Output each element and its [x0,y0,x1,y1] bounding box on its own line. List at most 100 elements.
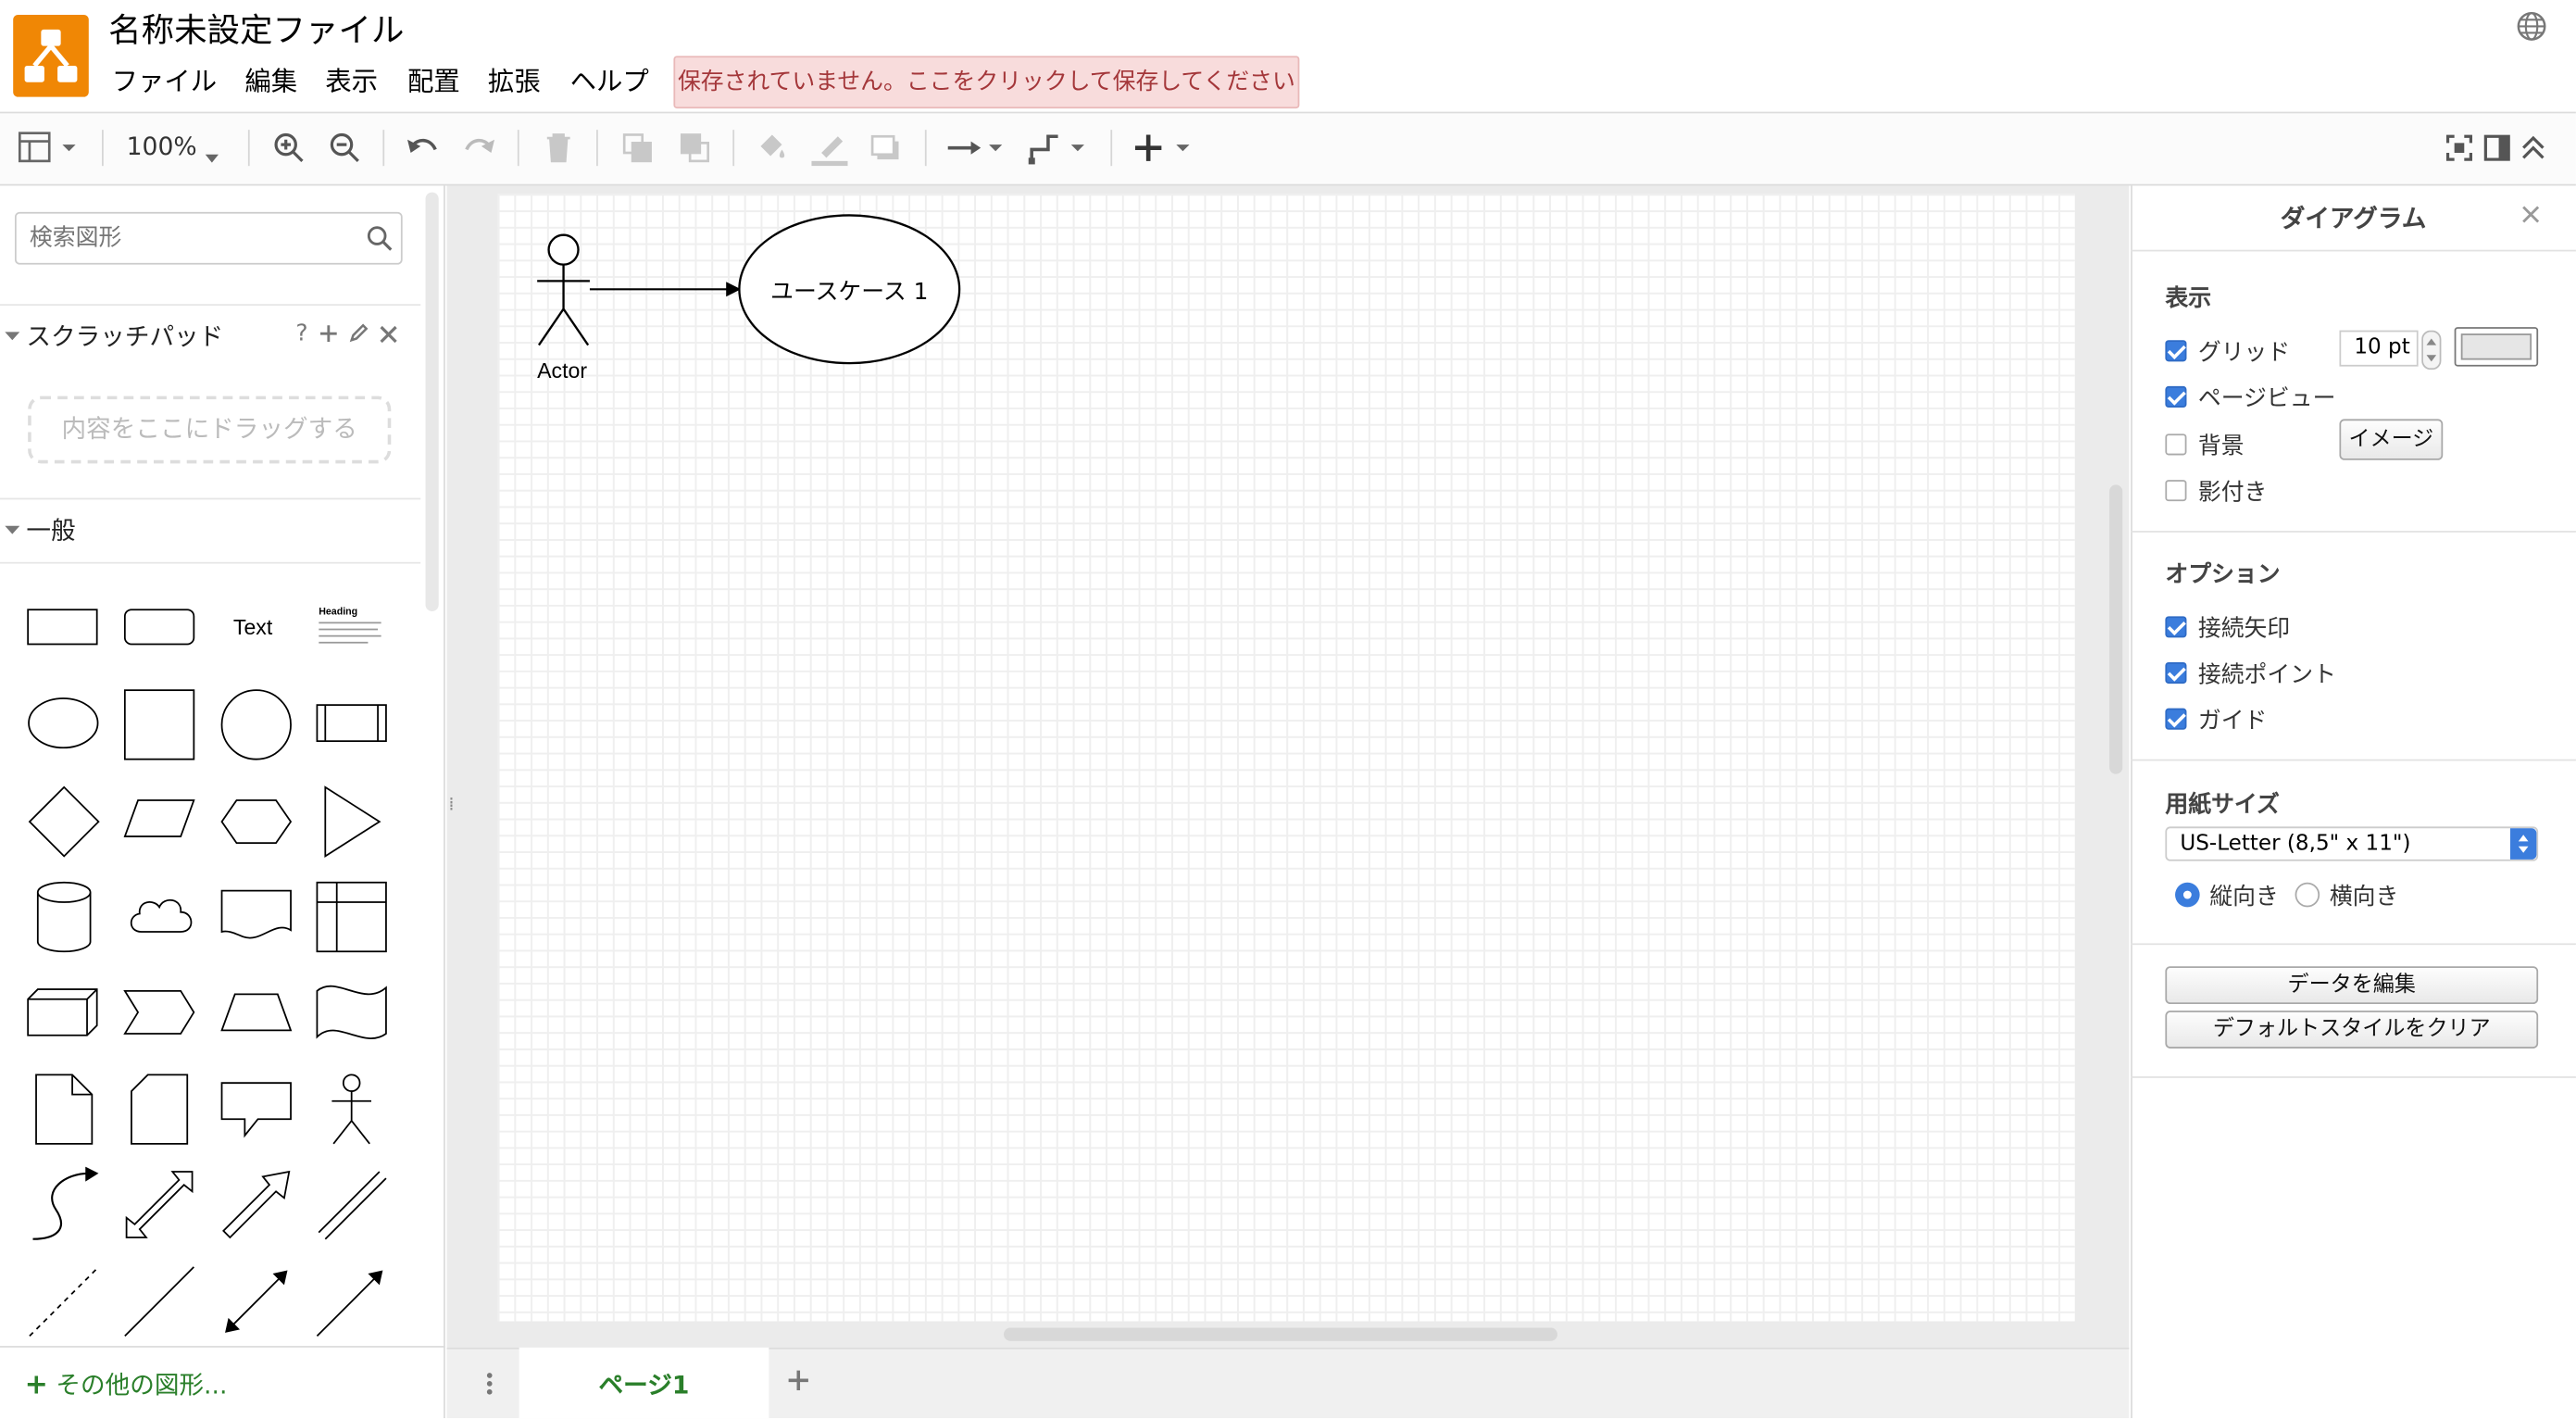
zoom-level[interactable]: 100% [127,132,197,161]
shape-parallelogram[interactable] [121,797,197,841]
toggle-format-panel-icon[interactable] [2482,130,2512,166]
usecase-label[interactable]: ユースケース 1 [738,274,961,307]
edit-pencil-icon[interactable] [348,322,369,344]
zoom-dropdown-chevron-icon[interactable] [204,142,220,178]
connection-points-checkbox[interactable] [2165,662,2187,684]
sidebar-resize-handle-icon[interactable]: ⁞ [448,794,454,815]
menu-arrange[interactable]: 配置 [407,66,460,98]
shadow-checkbox[interactable] [2165,480,2187,502]
more-shapes-link[interactable]: + その他の図形... [25,1367,228,1401]
help-icon[interactable]: ? [295,320,307,346]
association-arrow[interactable] [588,276,743,302]
shape-note[interactable] [32,1072,94,1148]
fill-color-icon[interactable] [754,130,790,166]
undo-icon[interactable] [404,130,440,166]
add-page-icon[interactable] [787,1369,810,1392]
shape-bidirectional-arrow[interactable] [121,1167,197,1243]
connection-arrows-label[interactable]: 接続矢印 [2198,611,2290,644]
shape-process[interactable] [316,702,390,747]
connection-points-label[interactable]: 接続ポイント [2198,658,2336,690]
general-section-title[interactable]: 一般 [26,513,75,547]
actor-label[interactable]: Actor [537,358,587,383]
paper-size-select-arrow[interactable] [2509,828,2537,860]
shape-bidirectional-connector[interactable] [219,1263,294,1339]
shape-search-input[interactable] [14,211,403,265]
landscape-label[interactable]: 横向き [2330,879,2399,911]
shape-cylinder[interactable] [32,879,94,955]
collapse-chevron-icon[interactable] [2519,130,2548,166]
grid-label[interactable]: グリッド [2198,335,2290,368]
collapse-triangle-icon[interactable] [5,329,20,344]
shape-callout[interactable] [219,1080,294,1139]
shape-curved-arrow[interactable] [26,1166,102,1243]
waypoints-icon[interactable] [1028,130,1091,166]
shape-textbox[interactable]: Heading [319,608,384,650]
zoom-out-icon[interactable] [329,130,361,166]
grid-size-input[interactable]: 10 pt [2339,330,2419,367]
grid-checkbox[interactable] [2165,340,2187,362]
fullscreen-icon[interactable] [2445,130,2474,166]
shape-line[interactable] [121,1263,197,1339]
menu-extras[interactable]: 拡張 [488,66,541,98]
guides-label[interactable]: ガイド [2198,703,2268,735]
delete-icon[interactable] [542,130,574,166]
background-image-button[interactable]: イメージ [2339,419,2444,460]
line-color-icon[interactable] [810,130,850,167]
menu-file[interactable]: ファイル [112,66,218,98]
shape-square[interactable] [121,687,197,763]
zoom-in-icon[interactable] [273,130,306,166]
shadow-icon[interactable] [869,130,906,166]
shape-directional-connector[interactable] [314,1263,390,1339]
unsaved-notice[interactable]: 保存されていません。ここをクリックして保存してください [673,56,1300,109]
document-title[interactable]: 名称未設定ファイル [108,8,404,51]
connection-arrows-checkbox[interactable] [2165,616,2187,638]
sidebar-scrollbar[interactable] [425,192,439,612]
shape-tape[interactable] [314,981,390,1043]
menu-help[interactable]: ヘルプ [570,66,649,98]
portrait-radio[interactable] [2175,882,2200,908]
shape-link[interactable] [314,1167,390,1243]
paper-size-select[interactable]: US-Letter (8,5" x 11") [2165,826,2539,861]
collapse-triangle-icon[interactable] [5,522,20,537]
page-view-label[interactable]: ページビュー [2198,382,2336,414]
page-view-checkbox[interactable] [2165,385,2187,408]
add-icon[interactable] [319,324,338,344]
shape-document[interactable] [219,887,294,943]
to-front-icon[interactable] [619,130,656,166]
clear-default-style-button[interactable]: デフォルトスタイルをクリア [2165,1011,2539,1049]
shape-dashed-line[interactable] [26,1263,102,1339]
redo-icon[interactable] [462,130,498,166]
shape-cube[interactable] [25,986,101,1039]
shape-step[interactable] [121,987,197,1036]
to-back-icon[interactable] [677,130,713,166]
close-icon[interactable] [2521,206,2540,224]
insert-plus-icon[interactable] [1133,130,1195,166]
shape-trapezoid[interactable] [219,991,294,1034]
menu-edit[interactable]: 編集 [244,66,297,98]
shape-card[interactable] [128,1072,190,1148]
background-label[interactable]: 背景 [2198,429,2245,461]
shape-ellipse[interactable] [26,695,100,750]
grid-color-swatch[interactable] [2454,327,2539,367]
shape-diamond[interactable] [26,784,102,860]
scratchpad-title[interactable]: スクラッチパッド [26,319,223,353]
shape-rectangle[interactable] [26,607,100,647]
edit-data-button[interactable]: データを編集 [2165,966,2539,1005]
tab-page-1[interactable]: ページ1 [519,1347,769,1419]
portrait-label[interactable]: 縦向き [2209,879,2279,911]
shape-actor[interactable] [329,1072,375,1148]
pages-menu-icon[interactable] [483,1371,496,1397]
connection-arrow-icon[interactable] [946,130,1008,166]
language-globe-icon[interactable] [2515,10,2547,43]
shape-rounded-rectangle[interactable] [123,607,197,647]
shape-text[interactable]: Text [233,615,272,640]
menu-view[interactable]: 表示 [325,66,378,98]
horizontal-scrollbar[interactable] [1004,1327,1557,1341]
shape-internal-storage[interactable] [314,879,390,955]
grid-size-stepper-icon[interactable] [2421,330,2442,370]
search-icon[interactable] [367,225,393,251]
close-icon[interactable] [380,325,398,344]
format-panel-icon[interactable] [18,130,78,166]
shape-hexagon[interactable] [219,797,294,846]
shape-cloud[interactable] [125,892,197,941]
